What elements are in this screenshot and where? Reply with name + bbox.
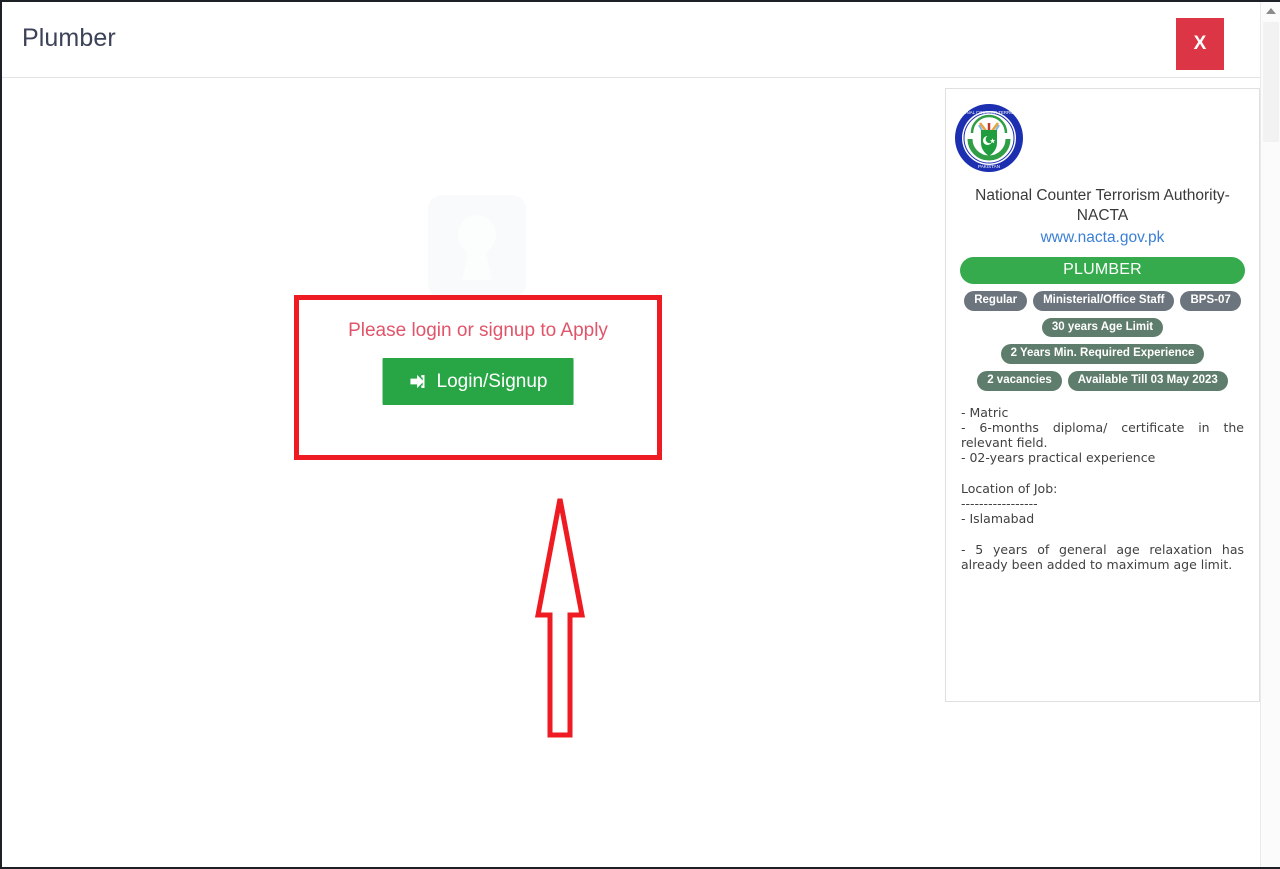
job-attribute-badge: Available Till 03 May 2023 [1067, 370, 1228, 391]
job-attribute-badge: Ministerial/Office Staff [1033, 291, 1175, 311]
modal-header: Plumber X [2, 2, 1260, 78]
scrollbar-thumb[interactable] [1263, 22, 1279, 142]
scroll-up-arrow-icon[interactable] [1265, 8, 1276, 14]
badge-row: 30 years Age Limit [954, 317, 1251, 338]
organization-name: National Counter Terrorism Authority-NAC… [975, 187, 1230, 224]
badge-row: Regular Ministerial/Office Staff BPS-07 [954, 291, 1251, 311]
job-attribute-badge: 30 years Age Limit [1041, 317, 1164, 338]
svg-text:PAKISTAN: PAKISTAN [978, 164, 1000, 169]
login-signup-label: Login/Signup [436, 371, 548, 392]
sign-in-arrow-icon [409, 372, 428, 391]
job-attribute-badge: Regular [964, 291, 1028, 311]
lock-keyhole-icon [428, 189, 526, 304]
badge-row: 2 vacancies Available Till 03 May 2023 [954, 370, 1251, 391]
close-button[interactable]: X [1176, 18, 1224, 70]
job-detail-card: NATIONAL COUNTER TERRORISM PAKISTAN Nati… [945, 88, 1260, 702]
up-arrow-outline-icon [530, 487, 600, 742]
badge-row: 2 Years Min. Required Experience [954, 344, 1251, 364]
job-attribute-badges: Regular Ministerial/Office Staff BPS-07 30 … [954, 291, 1251, 391]
app-window: Plumber X Please login or signup to Appl… [0, 0, 1280, 869]
nacta-emblem-icon: NATIONAL COUNTER TERRORISM PAKISTAN [954, 103, 1251, 178]
job-attribute-badge: 2 Years Min. Required Experience [1000, 344, 1205, 364]
vertical-scrollbar[interactable] [1260, 2, 1280, 867]
svg-text:NATIONAL COUNTER TERRORISM: NATIONAL COUNTER TERRORISM [954, 110, 1024, 115]
login-prompt-message: Please login or signup to Apply [348, 320, 608, 341]
modal-body: Please login or signup to Apply Login/Si… [2, 79, 1260, 867]
job-description: - Matric - 6-months diploma/ certificate… [961, 404, 1244, 573]
login-signup-button[interactable]: Login/Signup [382, 358, 574, 405]
page-title: Plumber [22, 24, 116, 52]
organization-website-link[interactable]: www.nacta.gov.pk [954, 229, 1251, 247]
login-prompt-box: Please login or signup to Apply Login/Si… [294, 295, 662, 460]
position-title-badge: PLUMBER [960, 257, 1245, 285]
job-attribute-badge: 2 vacancies [977, 370, 1062, 391]
job-attribute-badge: BPS-07 [1180, 291, 1241, 311]
